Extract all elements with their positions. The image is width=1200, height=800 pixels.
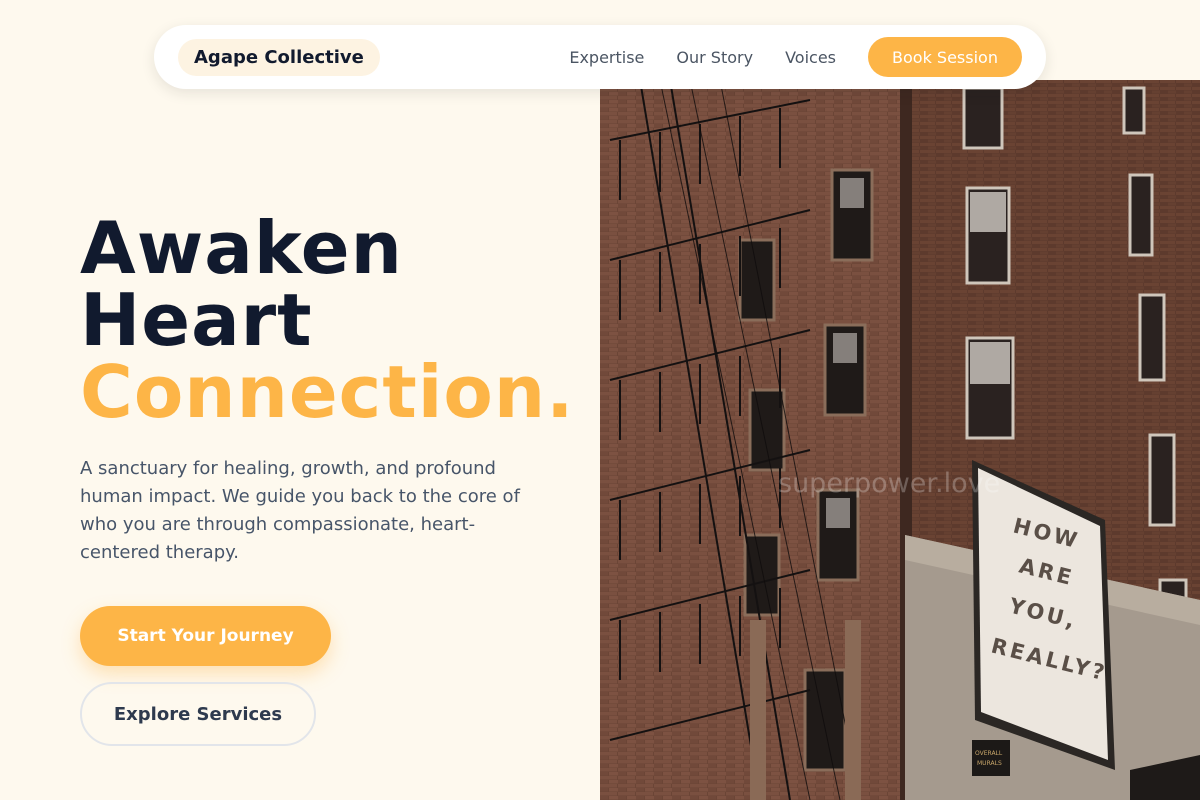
sign-line-2: MURALS <box>977 760 1002 767</box>
nav-link-voices[interactable]: Voices <box>785 48 836 67</box>
nav-links: Expertise Our Story Voices Book Session <box>569 37 1022 77</box>
book-session-button[interactable]: Book Session <box>868 37 1022 77</box>
headline-line-2: Heart <box>80 278 313 362</box>
nav-link-our-story[interactable]: Our Story <box>676 48 753 67</box>
hero-image: HOW ARE YOU, REALLY? OVERALL MURALS supe… <box>600 80 1200 800</box>
hero-headline: Awaken Heart Connection. <box>80 212 575 428</box>
hero-description: A sanctuary for healing, growth, and pro… <box>80 458 520 563</box>
headline-line-3: Connection. <box>80 350 575 434</box>
top-nav: Agape Collective Expertise Our Story Voi… <box>154 25 1046 89</box>
watermark: superpower.love <box>778 468 1000 499</box>
headline-line-1: Awaken <box>80 206 403 290</box>
building-illustration: HOW ARE YOU, REALLY? OVERALL MURALS supe… <box>600 80 1200 800</box>
start-journey-button[interactable]: Start Your Journey <box>80 606 331 666</box>
explore-services-button[interactable]: Explore Services <box>80 682 316 746</box>
sign-line-1: OVERALL <box>975 750 1003 757</box>
nav-link-expertise[interactable]: Expertise <box>569 48 644 67</box>
brand-logo[interactable]: Agape Collective <box>178 38 380 76</box>
